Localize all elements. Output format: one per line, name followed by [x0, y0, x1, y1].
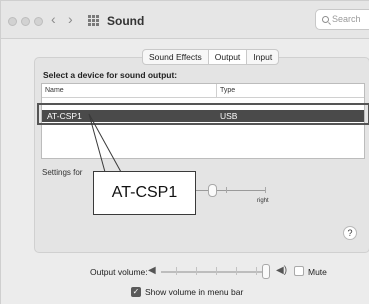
- volume-tick: [216, 267, 217, 275]
- balance-tick: [265, 187, 266, 193]
- title-bar: ‹ › Sound Search: [1, 1, 369, 39]
- close-window-button[interactable]: [8, 17, 17, 26]
- device-callout-label: AT-CSP1: [93, 171, 196, 215]
- settings-for-label: Settings for: [42, 168, 83, 177]
- balance-right-label: right: [257, 198, 269, 204]
- mute-label: Mute: [308, 267, 327, 277]
- minimize-window-button[interactable]: [21, 17, 30, 26]
- tab-sound-effects[interactable]: Sound Effects: [143, 50, 209, 64]
- balance-slider-knob[interactable]: [208, 184, 217, 197]
- search-field[interactable]: Search: [315, 9, 369, 30]
- table-header: Name Type: [42, 84, 364, 98]
- volume-tick: [236, 267, 237, 275]
- row-highlight-frame: [37, 103, 369, 125]
- zoom-window-button[interactable]: [34, 17, 43, 26]
- show-all-grid-icon[interactable]: [88, 15, 99, 26]
- help-button[interactable]: ?: [343, 226, 357, 240]
- search-placeholder: Search: [332, 14, 361, 24]
- window-title: Sound: [107, 14, 145, 28]
- output-volume-label: Output volume:: [90, 267, 148, 277]
- column-header-name[interactable]: Name: [45, 87, 64, 94]
- volume-slider-knob[interactable]: [262, 264, 270, 279]
- select-device-label: Select a device for sound output:: [43, 70, 178, 80]
- search-icon: [322, 16, 329, 23]
- balance-tick: [226, 187, 227, 193]
- speaker-low-icon: ◀: [148, 265, 156, 276]
- volume-tick: [256, 267, 257, 275]
- show-volume-checkbox[interactable]: ✓: [131, 287, 141, 297]
- mute-checkbox[interactable]: [294, 266, 304, 276]
- tab-output[interactable]: Output: [208, 50, 248, 64]
- volume-tick: [176, 267, 177, 275]
- volume-tick: [196, 267, 197, 275]
- speaker-high-icon: ◀): [276, 265, 288, 276]
- sound-preferences-window: ‹ › Sound Search Sound Effects Output In…: [0, 0, 369, 304]
- show-volume-label: Show volume in menu bar: [145, 287, 244, 297]
- forward-arrow-icon[interactable]: ›: [68, 11, 73, 27]
- column-divider: [216, 84, 217, 98]
- back-arrow-icon[interactable]: ‹: [51, 11, 56, 27]
- column-header-type[interactable]: Type: [220, 87, 235, 94]
- tab-bar: Sound Effects Output Input: [142, 49, 280, 65]
- tab-input[interactable]: Input: [247, 50, 278, 64]
